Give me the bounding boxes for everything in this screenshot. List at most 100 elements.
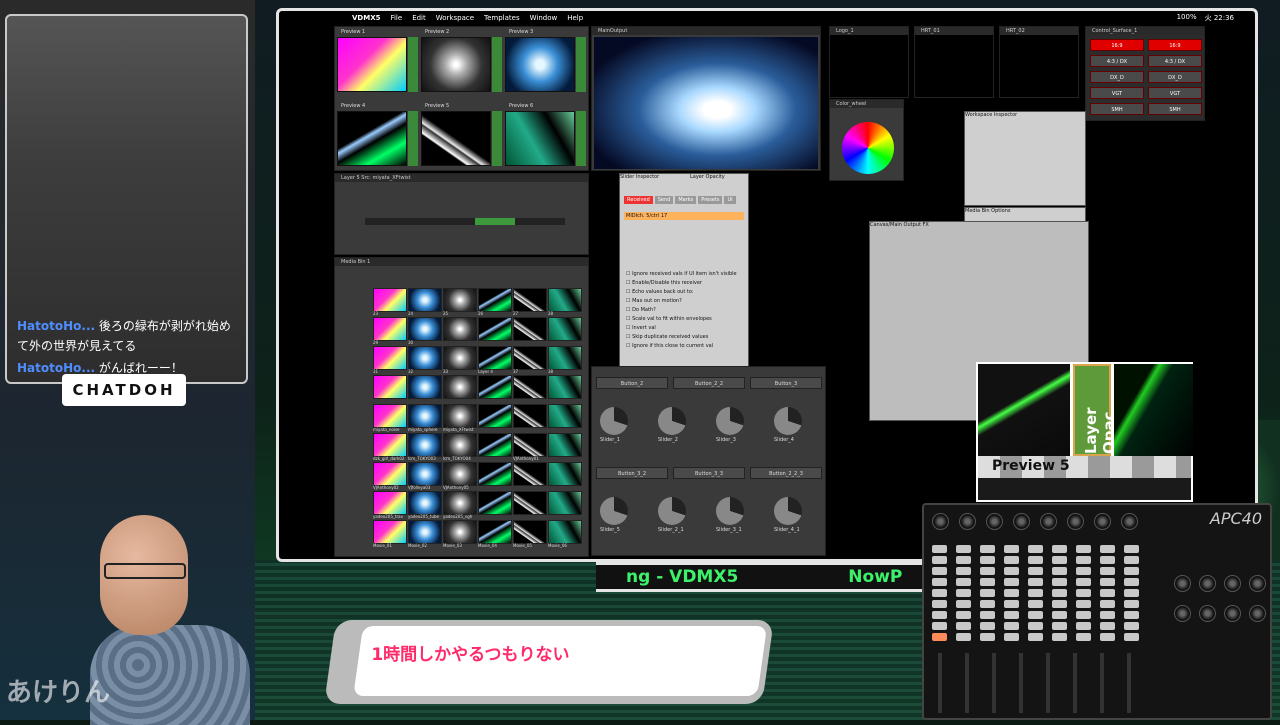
media-bin-clip[interactable]: [443, 520, 477, 544]
surface-knob[interactable]: [600, 407, 628, 435]
apc-clip-pad[interactable]: [1124, 611, 1139, 619]
apc-clip-pad[interactable]: [1124, 556, 1139, 564]
media-bin-clip[interactable]: [478, 346, 512, 370]
apc-clip-pad[interactable]: [1100, 567, 1115, 575]
apc-clip-pad[interactable]: [1124, 600, 1139, 608]
inspector-option[interactable]: ☐ Invert val: [626, 324, 746, 333]
apc-knob[interactable]: [1174, 605, 1191, 622]
media-bin-clip[interactable]: [548, 491, 582, 515]
opacity-slider-4[interactable]: [408, 111, 418, 166]
apc-clip-pad[interactable]: [1052, 600, 1067, 608]
media-bin-clip[interactable]: [478, 317, 512, 341]
surface-knob[interactable]: [716, 497, 744, 525]
apc-clip-pad[interactable]: [1028, 611, 1043, 619]
apc-clip-pad[interactable]: [1100, 622, 1115, 630]
media-bin-clip[interactable]: [548, 375, 582, 399]
control-surface-button[interactable]: VGT: [1148, 87, 1202, 99]
apc-knob[interactable]: [1224, 605, 1241, 622]
media-bin-clip[interactable]: [513, 288, 547, 312]
apc-clip-pad[interactable]: [980, 578, 995, 586]
apc-clip-pad[interactable]: [1052, 611, 1067, 619]
apc-knob[interactable]: [1249, 575, 1266, 592]
media-bin-clip[interactable]: [513, 375, 547, 399]
apc-clip-pad[interactable]: [932, 578, 947, 586]
apc-clip-pad[interactable]: [932, 545, 947, 553]
apc-clip-pad[interactable]: [1100, 545, 1115, 553]
apc-clip-pad[interactable]: [1052, 545, 1067, 553]
apc-knob[interactable]: [1067, 513, 1084, 530]
menu-templates[interactable]: Templates: [484, 14, 520, 22]
apc-clip-pad[interactable]: [1004, 600, 1019, 608]
apc-clip-pad[interactable]: [1052, 633, 1067, 641]
apc-clip-pad[interactable]: [1100, 633, 1115, 641]
media-bin-clip[interactable]: [548, 288, 582, 312]
apc-clip-pad[interactable]: [980, 611, 995, 619]
surface-button[interactable]: Button_2: [596, 377, 668, 389]
media-bin-clip[interactable]: [548, 317, 582, 341]
apc-clip-pad[interactable]: [1076, 567, 1091, 575]
opacity-slider-1[interactable]: [408, 37, 418, 92]
surface-button[interactable]: Button_3_3: [673, 467, 745, 479]
apc-clip-pad[interactable]: [1004, 611, 1019, 619]
apc-clip-pad[interactable]: [980, 600, 995, 608]
apc-knob[interactable]: [986, 513, 1003, 530]
media-bin-clip[interactable]: [478, 375, 512, 399]
media-bin-clip[interactable]: [373, 520, 407, 544]
media-bin-clip[interactable]: [548, 433, 582, 457]
apc-clip-pad[interactable]: [956, 589, 971, 597]
color-wheel-picker[interactable]: [842, 122, 894, 174]
apc-knob[interactable]: [1199, 605, 1216, 622]
apc-knob[interactable]: [1013, 513, 1030, 530]
surface-knob[interactable]: [658, 497, 686, 525]
control-surface-button[interactable]: SMH: [1090, 103, 1144, 115]
media-bin-clip[interactable]: [408, 520, 442, 544]
apc-clip-pad[interactable]: [932, 589, 947, 597]
media-bin-clip[interactable]: [513, 462, 547, 486]
apc-clip-pad[interactable]: [932, 556, 947, 564]
apc-clip-pad[interactable]: [1076, 578, 1091, 586]
control-surface-button[interactable]: DX_D: [1090, 71, 1144, 83]
apc-clip-pad[interactable]: [1100, 600, 1115, 608]
apc-clip-pad[interactable]: [1004, 578, 1019, 586]
apc-clip-pad[interactable]: [956, 567, 971, 575]
surface-knob[interactable]: [774, 407, 802, 435]
apc-fader[interactable]: [1046, 653, 1050, 713]
media-bin-clip[interactable]: [373, 375, 407, 399]
inspector-tab[interactable]: Send: [654, 196, 674, 204]
media-bin-clip[interactable]: [443, 317, 477, 341]
surface-knob[interactable]: [658, 407, 686, 435]
apc-clip-pad[interactable]: [932, 600, 947, 608]
apc-clip-pad[interactable]: [1052, 578, 1067, 586]
media-bin-clip[interactable]: [443, 462, 477, 486]
media-bin-clip[interactable]: [478, 404, 512, 428]
apc-fader[interactable]: [1127, 653, 1131, 713]
apc-clip-pad[interactable]: [1076, 545, 1091, 553]
media-bin-clip[interactable]: [373, 433, 407, 457]
media-bin-clip[interactable]: [373, 462, 407, 486]
media-bin-clip[interactable]: [513, 491, 547, 515]
apc-clip-pad[interactable]: [932, 622, 947, 630]
media-bin-clip[interactable]: [478, 491, 512, 515]
media-bin-clip[interactable]: [373, 288, 407, 312]
apc-clip-pad[interactable]: [956, 600, 971, 608]
apc-clip-pad[interactable]: [932, 633, 947, 641]
media-bin-clip[interactable]: [373, 404, 407, 428]
apc-clip-pad[interactable]: [1124, 578, 1139, 586]
apc-knob[interactable]: [1199, 575, 1216, 592]
apc-clip-pad[interactable]: [980, 567, 995, 575]
apc-clip-pad[interactable]: [980, 556, 995, 564]
opacity-slider-5[interactable]: [492, 111, 502, 166]
inspector-option[interactable]: ☐ Max out on motion?: [626, 297, 746, 306]
media-bin-clip[interactable]: [513, 404, 547, 428]
apc-fader[interactable]: [1073, 653, 1077, 713]
apc-clip-pad[interactable]: [956, 556, 971, 564]
apc-clip-pad[interactable]: [1076, 633, 1091, 641]
inspector-option[interactable]: ☐ Scale val to fit within envelopes: [626, 315, 746, 324]
control-surface-button[interactable]: 16:9: [1148, 39, 1202, 51]
apc-clip-pad[interactable]: [1124, 622, 1139, 630]
media-bin-clip[interactable]: [408, 491, 442, 515]
inspector-tab[interactable]: Received: [624, 196, 653, 204]
apc-knob[interactable]: [1249, 605, 1266, 622]
apc-clip-pad[interactable]: [956, 545, 971, 553]
apc-clip-pad[interactable]: [1004, 567, 1019, 575]
